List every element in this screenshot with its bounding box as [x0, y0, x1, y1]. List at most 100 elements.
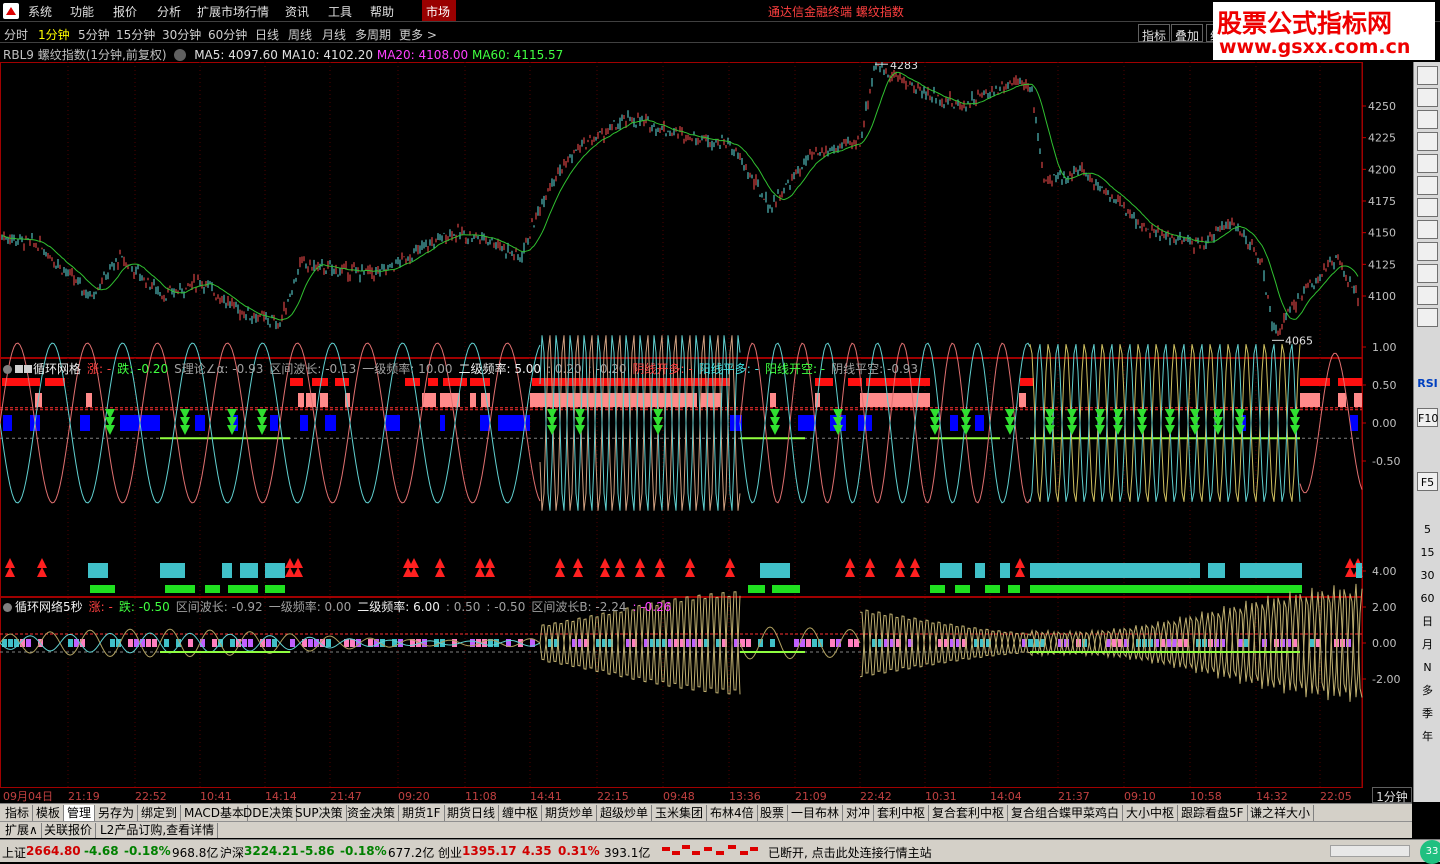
toolbar-icon[interactable] — [1417, 132, 1438, 151]
period-8[interactable]: 月线 — [322, 26, 346, 43]
period-4[interactable]: 30分钟 — [162, 26, 201, 43]
bottom-tab-24[interactable]: 谦之祥大小 — [1247, 805, 1315, 821]
toolbar-period-0[interactable]: 5 — [1417, 520, 1438, 539]
panel-value: 跌: -0.20 — [117, 362, 169, 376]
toolbar-period-2[interactable]: 30 — [1417, 566, 1438, 585]
bottom-tab-9[interactable]: 期货1F — [399, 805, 445, 821]
toolbar-period-3[interactable]: 60 — [1417, 589, 1438, 608]
period-7[interactable]: 周线 — [288, 26, 312, 43]
sh-value[interactable]: 2664.80 — [26, 844, 81, 858]
bottom-tab-17[interactable]: 一目布林 — [788, 805, 844, 821]
bottom-tab-16[interactable]: 股票 — [757, 805, 789, 821]
toolbar-button-1[interactable]: 叠加 — [1171, 24, 1204, 43]
bottom-tab-22[interactable]: 大小中枢 — [1123, 805, 1179, 821]
connection-message[interactable]: 已断开, 点击此处连接行情主站 — [768, 844, 932, 861]
bottom-tab-4[interactable]: 绑定到 — [138, 805, 182, 821]
sub-tab-2[interactable]: L2产品订购,查看详情 — [97, 823, 219, 838]
bottom-tab-5[interactable]: MACD基本 — [181, 805, 248, 821]
osc1-cyan-block — [88, 563, 108, 578]
bottom-tab-18[interactable]: 对冲 — [843, 805, 875, 821]
buy-arrow-icon — [635, 558, 645, 568]
toolbar-f10-button[interactable]: F10 — [1417, 408, 1438, 427]
assistant-round-button[interactable]: 33 — [1420, 840, 1440, 864]
bottom-tab-12[interactable]: 期货炒单 — [542, 805, 598, 821]
bottom-tab-11[interactable]: 缠中枢 — [499, 805, 543, 821]
toolbar-icon[interactable] — [1417, 110, 1438, 129]
bottom-tab-13[interactable]: 超级炒单 — [597, 805, 653, 821]
osc1-blue-bar — [440, 415, 445, 431]
bottom-tab-3[interactable]: 另存为 — [95, 805, 139, 821]
toolbar-period-9[interactable]: 年 — [1417, 727, 1438, 746]
panel-dropdown-icon[interactable] — [3, 603, 12, 612]
bottom-tab-7[interactable]: SUP决策 — [292, 805, 347, 821]
sz-value[interactable]: 3224.21 — [244, 844, 299, 858]
osc1-green-block — [165, 585, 195, 593]
toolbar-period-4[interactable]: 日 — [1417, 612, 1438, 631]
menu-function[interactable]: 功能 — [70, 3, 94, 20]
period-9[interactable]: 多周期 — [355, 26, 391, 43]
menu-news[interactable]: 资讯 — [285, 3, 309, 20]
bottom-tab-19[interactable]: 套利中枢 — [874, 805, 930, 821]
chart-canvas[interactable]: 4250 4225 4200 4175 4150 4125 4100 4283 4065 1.00… — [0, 62, 1412, 803]
ma20-value: MA20: 4108.00 — [376, 48, 469, 62]
toolbar-period-6[interactable]: N — [1417, 658, 1438, 677]
toolbar-icon[interactable] — [1417, 308, 1438, 327]
period-3[interactable]: 15分钟 — [116, 26, 155, 43]
market-button[interactable]: 市场 — [422, 0, 456, 21]
toolbar-period-1[interactable]: 15 — [1417, 543, 1438, 562]
ma10-value: MA10: 4102.20 — [281, 48, 374, 62]
toolbar-period-8[interactable]: 季 — [1417, 704, 1438, 723]
toolbar-icon[interactable] — [1417, 154, 1438, 173]
period-2[interactable]: 5分钟 — [78, 26, 110, 43]
bottom-tab-8[interactable]: 资金决策 — [344, 805, 400, 821]
period-0[interactable]: 分时 — [4, 26, 28, 43]
bottom-tab-0[interactable]: 指标 — [2, 805, 34, 821]
menu-tools[interactable]: 工具 — [328, 3, 352, 20]
cy-percent: 0.31% — [558, 844, 600, 858]
bottom-tab-20[interactable]: 复合套利中枢 — [929, 805, 1009, 821]
toolbar-period-7[interactable]: 多 — [1417, 681, 1438, 700]
osc2-strip-mark — [68, 639, 73, 647]
toolbar-rsi-button[interactable]: RSI — [1417, 374, 1438, 393]
bottom-tab-6[interactable]: DDE决策 — [240, 805, 298, 821]
menu-system[interactable]: 系统 — [28, 3, 52, 20]
menu-ext-market[interactable]: 扩展市场行情 — [197, 3, 269, 20]
toolbar-icon[interactable] — [1417, 66, 1438, 85]
osc2-strip-mark — [110, 639, 115, 647]
toolbar-icon[interactable] — [1417, 176, 1438, 195]
cy-value[interactable]: 1395.17 — [462, 844, 517, 858]
period-1[interactable]: 1分钟 — [38, 26, 70, 43]
bottom-tab-2[interactable]: 管理 — [64, 805, 96, 821]
menu-quote[interactable]: 报价 — [113, 3, 137, 20]
bottom-tab-15[interactable]: 布林4倍 — [707, 805, 758, 821]
bottom-tab-10[interactable]: 期货日线 — [444, 805, 500, 821]
toolbar-icon[interactable] — [1417, 264, 1438, 283]
period-5[interactable]: 60分钟 — [208, 26, 247, 43]
toolbar-icon[interactable] — [1417, 286, 1438, 305]
dropdown-icon[interactable] — [174, 49, 187, 61]
sub-tab-1[interactable]: 关联报价 — [41, 823, 97, 838]
buy-arrow-icon — [615, 567, 625, 577]
panel-dropdown-icon[interactable] — [3, 365, 12, 374]
toolbar-icon[interactable] — [1417, 88, 1438, 107]
toolbar-period-5[interactable]: 月 — [1417, 635, 1438, 654]
period-10[interactable]: 更多 > — [399, 26, 437, 43]
period-6[interactable]: 日线 — [255, 26, 279, 43]
toolbar-icon[interactable] — [1417, 198, 1438, 217]
toolbar-button-0[interactable]: 指标 — [1138, 24, 1171, 43]
toolbar-f5-button[interactable]: F5 — [1417, 472, 1438, 491]
bottom-tab-1[interactable]: 模板 — [33, 805, 65, 821]
bottom-tab-14[interactable]: 玉米集团 — [652, 805, 708, 821]
toolbar-icon[interactable] — [1417, 242, 1438, 261]
menu-analysis[interactable]: 分析 — [157, 3, 181, 20]
osc1-red-bar — [1020, 378, 1034, 386]
bottom-tab-21[interactable]: 复合组合蝶甲菜鸡白 — [1008, 805, 1124, 821]
sub-tab-0[interactable]: 扩展∧ — [2, 823, 42, 838]
bottom-tab-23[interactable]: 跟踪看盘5F — [1178, 805, 1248, 821]
period-indicator[interactable]: 1分钟 — [1372, 787, 1412, 804]
osc2-axis-label: 0.00 — [1372, 637, 1397, 650]
buy-arrow-icon — [37, 558, 47, 568]
price-axis-label: 4200 — [1368, 163, 1396, 176]
toolbar-icon[interactable] — [1417, 220, 1438, 239]
menu-help[interactable]: 帮助 — [370, 3, 394, 20]
